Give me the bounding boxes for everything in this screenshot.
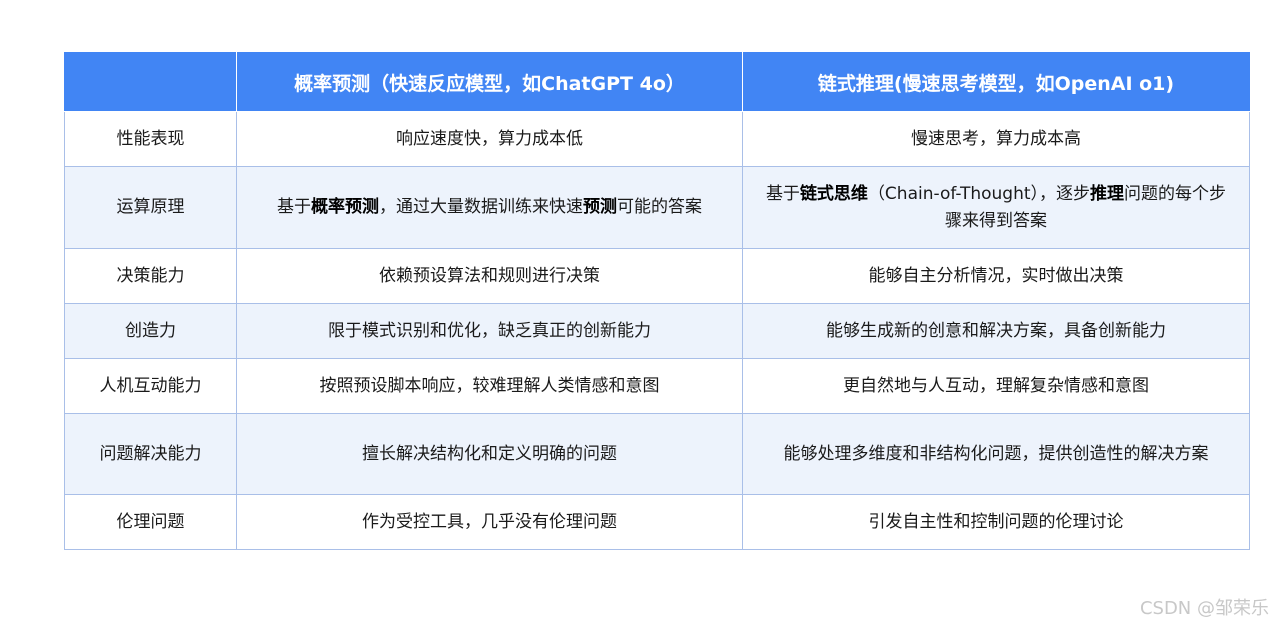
chain-cell: 基于链式思维（Chain-of-Thought），逐步推理问题的每个步骤来得到答… — [742, 166, 1250, 249]
text: 基于 — [277, 197, 311, 217]
prob-cell: 作为受控工具，几乎没有伦理问题 — [236, 494, 743, 550]
table-row: 创造力 限于模式识别和优化，缺乏真正的创新能力 能够生成新的创意和解决方案，具备… — [64, 303, 1250, 359]
table-row: 决策能力 依赖预设算法和规则进行决策 能够自主分析情况，实时做出决策 — [64, 248, 1250, 304]
comparison-table: 概率预测（快速反应模型，如ChatGPT 4o） 链式推理(慢速思考模型，如Op… — [64, 52, 1250, 550]
prob-cell: 基于概率预测，通过大量数据训练来快速预测可能的答案 — [236, 166, 743, 249]
header-chain-reasoning-model: 链式推理(慢速思考模型，如OpenAI o1) — [742, 52, 1250, 112]
text: 基于 — [765, 183, 800, 204]
row-dimension: 问题解决能力 — [64, 413, 237, 495]
table-row: 运算原理 基于概率预测，通过大量数据训练来快速预测可能的答案 基于链式思维（Ch… — [64, 166, 1250, 249]
prob-cell: 按照预设脚本响应，较难理解人类情感和意图 — [236, 358, 743, 414]
prob-cell: 限于模式识别和优化，缺乏真正的创新能力 — [236, 303, 743, 359]
chain-cell: 更自然地与人互动，理解复杂情感和意图 — [742, 358, 1250, 414]
bold-text: 概率预测 — [311, 197, 379, 217]
text: ，通过大量数据训练来快速 — [379, 197, 583, 217]
row-dimension: 人机互动能力 — [64, 358, 237, 414]
chain-cell: 能够处理多维度和非结构化问题，提供创造性的解决方案 — [742, 413, 1250, 495]
table-row: 问题解决能力 擅长解决结构化和定义明确的问题 能够处理多维度和非结构化问题，提供… — [64, 413, 1250, 495]
header-corner — [64, 52, 237, 112]
table-row: 性能表现 响应速度快，算力成本低 慢速思考，算力成本高 — [64, 111, 1250, 167]
header-probability-model: 概率预测（快速反应模型，如ChatGPT 4o） — [236, 52, 743, 112]
row-dimension: 决策能力 — [64, 248, 237, 304]
table-header-row: 概率预测（快速反应模型，如ChatGPT 4o） 链式推理(慢速思考模型，如Op… — [64, 52, 1250, 112]
table-row: 人机互动能力 按照预设脚本响应，较难理解人类情感和意图 更自然地与人互动，理解复… — [64, 358, 1250, 414]
row-dimension: 伦理问题 — [64, 494, 237, 550]
row-dimension: 性能表现 — [64, 111, 237, 167]
table-row: 伦理问题 作为受控工具，几乎没有伦理问题 引发自主性和控制问题的伦理讨论 — [64, 494, 1250, 550]
bold-text: 推理 — [1090, 183, 1125, 204]
prob-cell: 响应速度快，算力成本低 — [236, 111, 743, 167]
prob-cell: 依赖预设算法和规则进行决策 — [236, 248, 743, 304]
text: 可能的答案 — [617, 197, 702, 217]
chain-cell: 慢速思考，算力成本高 — [742, 111, 1250, 167]
row-dimension: 运算原理 — [64, 166, 237, 249]
chain-cell: 能够自主分析情况，实时做出决策 — [742, 248, 1250, 304]
chain-cell: 引发自主性和控制问题的伦理讨论 — [742, 494, 1250, 550]
text: （Chain-of-Thought），逐步 — [867, 183, 1091, 204]
bold-text: 预测 — [583, 197, 617, 217]
chain-cell: 能够生成新的创意和解决方案，具备创新能力 — [742, 303, 1250, 359]
watermark: CSDN @邹荣乐 — [1139, 598, 1269, 619]
prob-cell: 擅长解决结构化和定义明确的问题 — [236, 413, 743, 495]
row-dimension: 创造力 — [64, 303, 237, 359]
bold-text: 链式思维 — [799, 183, 868, 204]
